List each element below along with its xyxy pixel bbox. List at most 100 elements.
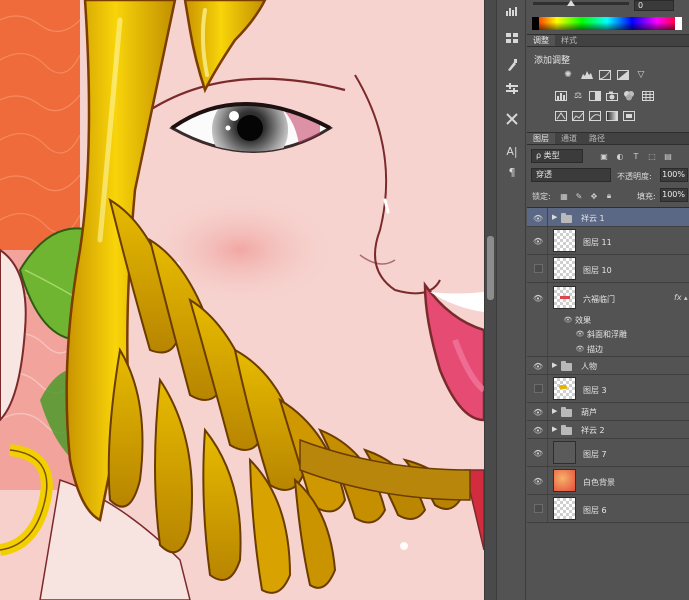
exposure-icon[interactable] bbox=[617, 69, 629, 80]
layer-row[interactable]: 👁︎ 图层 7 bbox=[527, 439, 689, 467]
divider bbox=[547, 375, 548, 402]
color-balance-icon[interactable]: ⚖ bbox=[572, 90, 584, 101]
divider bbox=[547, 227, 548, 254]
thumb-yellow-mark bbox=[559, 385, 567, 389]
eye-icon[interactable]: 👁︎ bbox=[532, 361, 544, 371]
layer-row[interactable]: 图层 3 bbox=[527, 375, 689, 403]
selective-color-icon[interactable] bbox=[623, 110, 635, 121]
layer-row[interactable]: 👁︎ ▶ 祥云 2 bbox=[527, 421, 689, 439]
hue-icon[interactable] bbox=[555, 90, 567, 101]
tab-paths[interactable]: 路径 bbox=[583, 133, 611, 144]
eye-icon[interactable]: 👁︎ bbox=[532, 407, 544, 417]
vibrance-icon[interactable]: ▽ bbox=[635, 69, 647, 80]
layer-name: 图层 6 bbox=[583, 506, 607, 515]
layer-name: 白色背景 bbox=[583, 478, 615, 487]
layer-row[interactable]: 👁︎ ▶ 人物 bbox=[527, 357, 689, 375]
black-swatch[interactable] bbox=[532, 17, 539, 30]
layer-row[interactable]: 图层 6 bbox=[527, 495, 689, 523]
paragraph-icon[interactable]: ¶ bbox=[502, 163, 522, 181]
layers-panel: ρ 类型 ▣ ◐ T ⬚ ▤ 穿透 不透明度: 100% 锁定: ▦ ✎ ✥ 🔒… bbox=[527, 145, 689, 600]
expand-arrow-icon[interactable]: ▶ bbox=[552, 425, 558, 433]
lock-all-icon[interactable]: 🔒︎ bbox=[604, 191, 614, 201]
layers-tabs: 图层 通道 路径 bbox=[527, 132, 689, 145]
tools-icon[interactable] bbox=[502, 110, 522, 128]
canvas-scroll-thumb[interactable] bbox=[487, 236, 494, 300]
color-slider-track[interactable] bbox=[533, 2, 629, 5]
photo-filter-icon[interactable] bbox=[606, 90, 618, 101]
expand-arrow-icon[interactable]: ▶ bbox=[552, 361, 558, 369]
eye-icon[interactable]: 👁︎ bbox=[532, 448, 544, 458]
tab-adjustments[interactable]: 调整 bbox=[527, 35, 555, 46]
opacity-field[interactable]: 100% bbox=[660, 168, 688, 182]
tab-channels[interactable]: 通道 bbox=[555, 133, 583, 144]
lock-image-icon[interactable]: ✎ bbox=[574, 191, 584, 201]
blend-mode-select[interactable]: 穿透 bbox=[531, 168, 611, 182]
eye-icon[interactable]: 👁︎ bbox=[532, 236, 544, 246]
effect-row[interactable]: 👁︎ 描边 bbox=[527, 341, 689, 357]
channel-mixer-icon[interactable] bbox=[623, 90, 635, 101]
bar-chart-icon[interactable] bbox=[502, 2, 522, 20]
document-canvas[interactable] bbox=[0, 0, 484, 600]
filter-adjustment-icon[interactable]: ◐ bbox=[615, 151, 625, 161]
posterize-icon[interactable] bbox=[572, 110, 584, 121]
lock-transparent-icon[interactable]: ▦ bbox=[559, 191, 569, 201]
expand-arrow-icon[interactable]: ▶ bbox=[552, 213, 558, 221]
tab-styles[interactable]: 样式 bbox=[555, 35, 583, 46]
layer-row[interactable]: 图层 10 bbox=[527, 255, 689, 283]
eye-icon[interactable]: 👁︎ bbox=[532, 213, 544, 223]
folder-icon bbox=[561, 425, 572, 435]
expand-arrow-icon[interactable]: ▶ bbox=[552, 407, 558, 415]
white-swatch[interactable] bbox=[675, 17, 682, 30]
effect-row[interactable]: 👁︎ 效果 bbox=[527, 313, 689, 327]
eye-icon[interactable]: 👁︎ bbox=[532, 293, 544, 303]
lock-label: 锁定: bbox=[532, 192, 551, 201]
fx-collapse-icon[interactable]: ▴ bbox=[684, 294, 688, 302]
invert-icon[interactable] bbox=[555, 110, 567, 121]
levels-icon[interactable] bbox=[581, 69, 593, 80]
layer-list: 👁︎ ▶ 祥云 1 👁︎ 图层 11 图层 10 👁︎ 六福临门 fx ▴ 👁︎… bbox=[527, 207, 689, 600]
filter-smart-object-icon[interactable]: ▤ bbox=[663, 151, 673, 161]
layer-thumbnail bbox=[553, 229, 576, 252]
visibility-toggle[interactable] bbox=[534, 504, 543, 513]
fx-badge[interactable]: fx bbox=[674, 293, 682, 302]
visibility-toggle[interactable] bbox=[534, 384, 543, 393]
filter-shape-icon[interactable]: ⬚ bbox=[647, 151, 657, 161]
brush-preset-icon[interactable] bbox=[502, 56, 522, 74]
threshold-icon[interactable] bbox=[589, 110, 601, 121]
eye-icon[interactable]: 👁︎ bbox=[563, 315, 573, 324]
color-value-field[interactable]: 0 bbox=[634, 0, 674, 11]
bw-icon[interactable] bbox=[589, 90, 601, 101]
canvas-scrollbar[interactable] bbox=[484, 0, 496, 600]
layer-row[interactable]: 👁︎ 六福临门 fx ▴ bbox=[527, 283, 689, 313]
lock-position-icon[interactable]: ✥ bbox=[589, 191, 599, 201]
panel-tool-strip: A| ¶ bbox=[496, 0, 526, 600]
swatch-icon[interactable] bbox=[502, 29, 522, 47]
illustration bbox=[0, 0, 484, 600]
eye-icon[interactable]: 👁︎ bbox=[575, 329, 585, 338]
properties-icon[interactable] bbox=[502, 80, 522, 98]
eye-icon[interactable]: 👁︎ bbox=[575, 344, 585, 353]
fill-field[interactable]: 100% bbox=[660, 188, 688, 202]
layer-row[interactable]: 👁︎ 图层 11 bbox=[527, 227, 689, 255]
lookup-icon[interactable] bbox=[642, 90, 654, 101]
tab-layers[interactable]: 图层 bbox=[527, 133, 555, 144]
layer-row[interactable]: 👁︎ ▶ 葫芦 bbox=[527, 403, 689, 421]
layer-row[interactable]: 👁︎ 白色背景 bbox=[527, 467, 689, 495]
eye-icon[interactable]: 👁︎ bbox=[532, 425, 544, 435]
color-spectrum[interactable] bbox=[532, 17, 682, 30]
filter-type-icon[interactable]: T bbox=[631, 151, 641, 161]
adjustments-tabs: 调整 样式 bbox=[527, 34, 689, 47]
divider bbox=[547, 495, 548, 522]
layer-filter-select[interactable]: ρ 类型 bbox=[531, 149, 583, 163]
color-slider-knob[interactable] bbox=[567, 0, 575, 6]
curves-icon[interactable] bbox=[599, 69, 611, 80]
gradient-map-icon[interactable] bbox=[606, 110, 618, 121]
effect-row[interactable]: 👁︎ 斜面和浮雕 bbox=[527, 327, 689, 341]
visibility-toggle[interactable] bbox=[534, 264, 543, 273]
eye-icon[interactable]: 👁︎ bbox=[532, 476, 544, 486]
filter-pixel-icon[interactable]: ▣ bbox=[599, 151, 609, 161]
brightness-icon[interactable]: ✺ bbox=[562, 69, 574, 80]
layer-name: 人物 bbox=[581, 362, 597, 371]
layer-row[interactable]: 👁︎ ▶ 祥云 1 bbox=[527, 208, 689, 227]
character-icon[interactable]: A| bbox=[502, 142, 522, 160]
